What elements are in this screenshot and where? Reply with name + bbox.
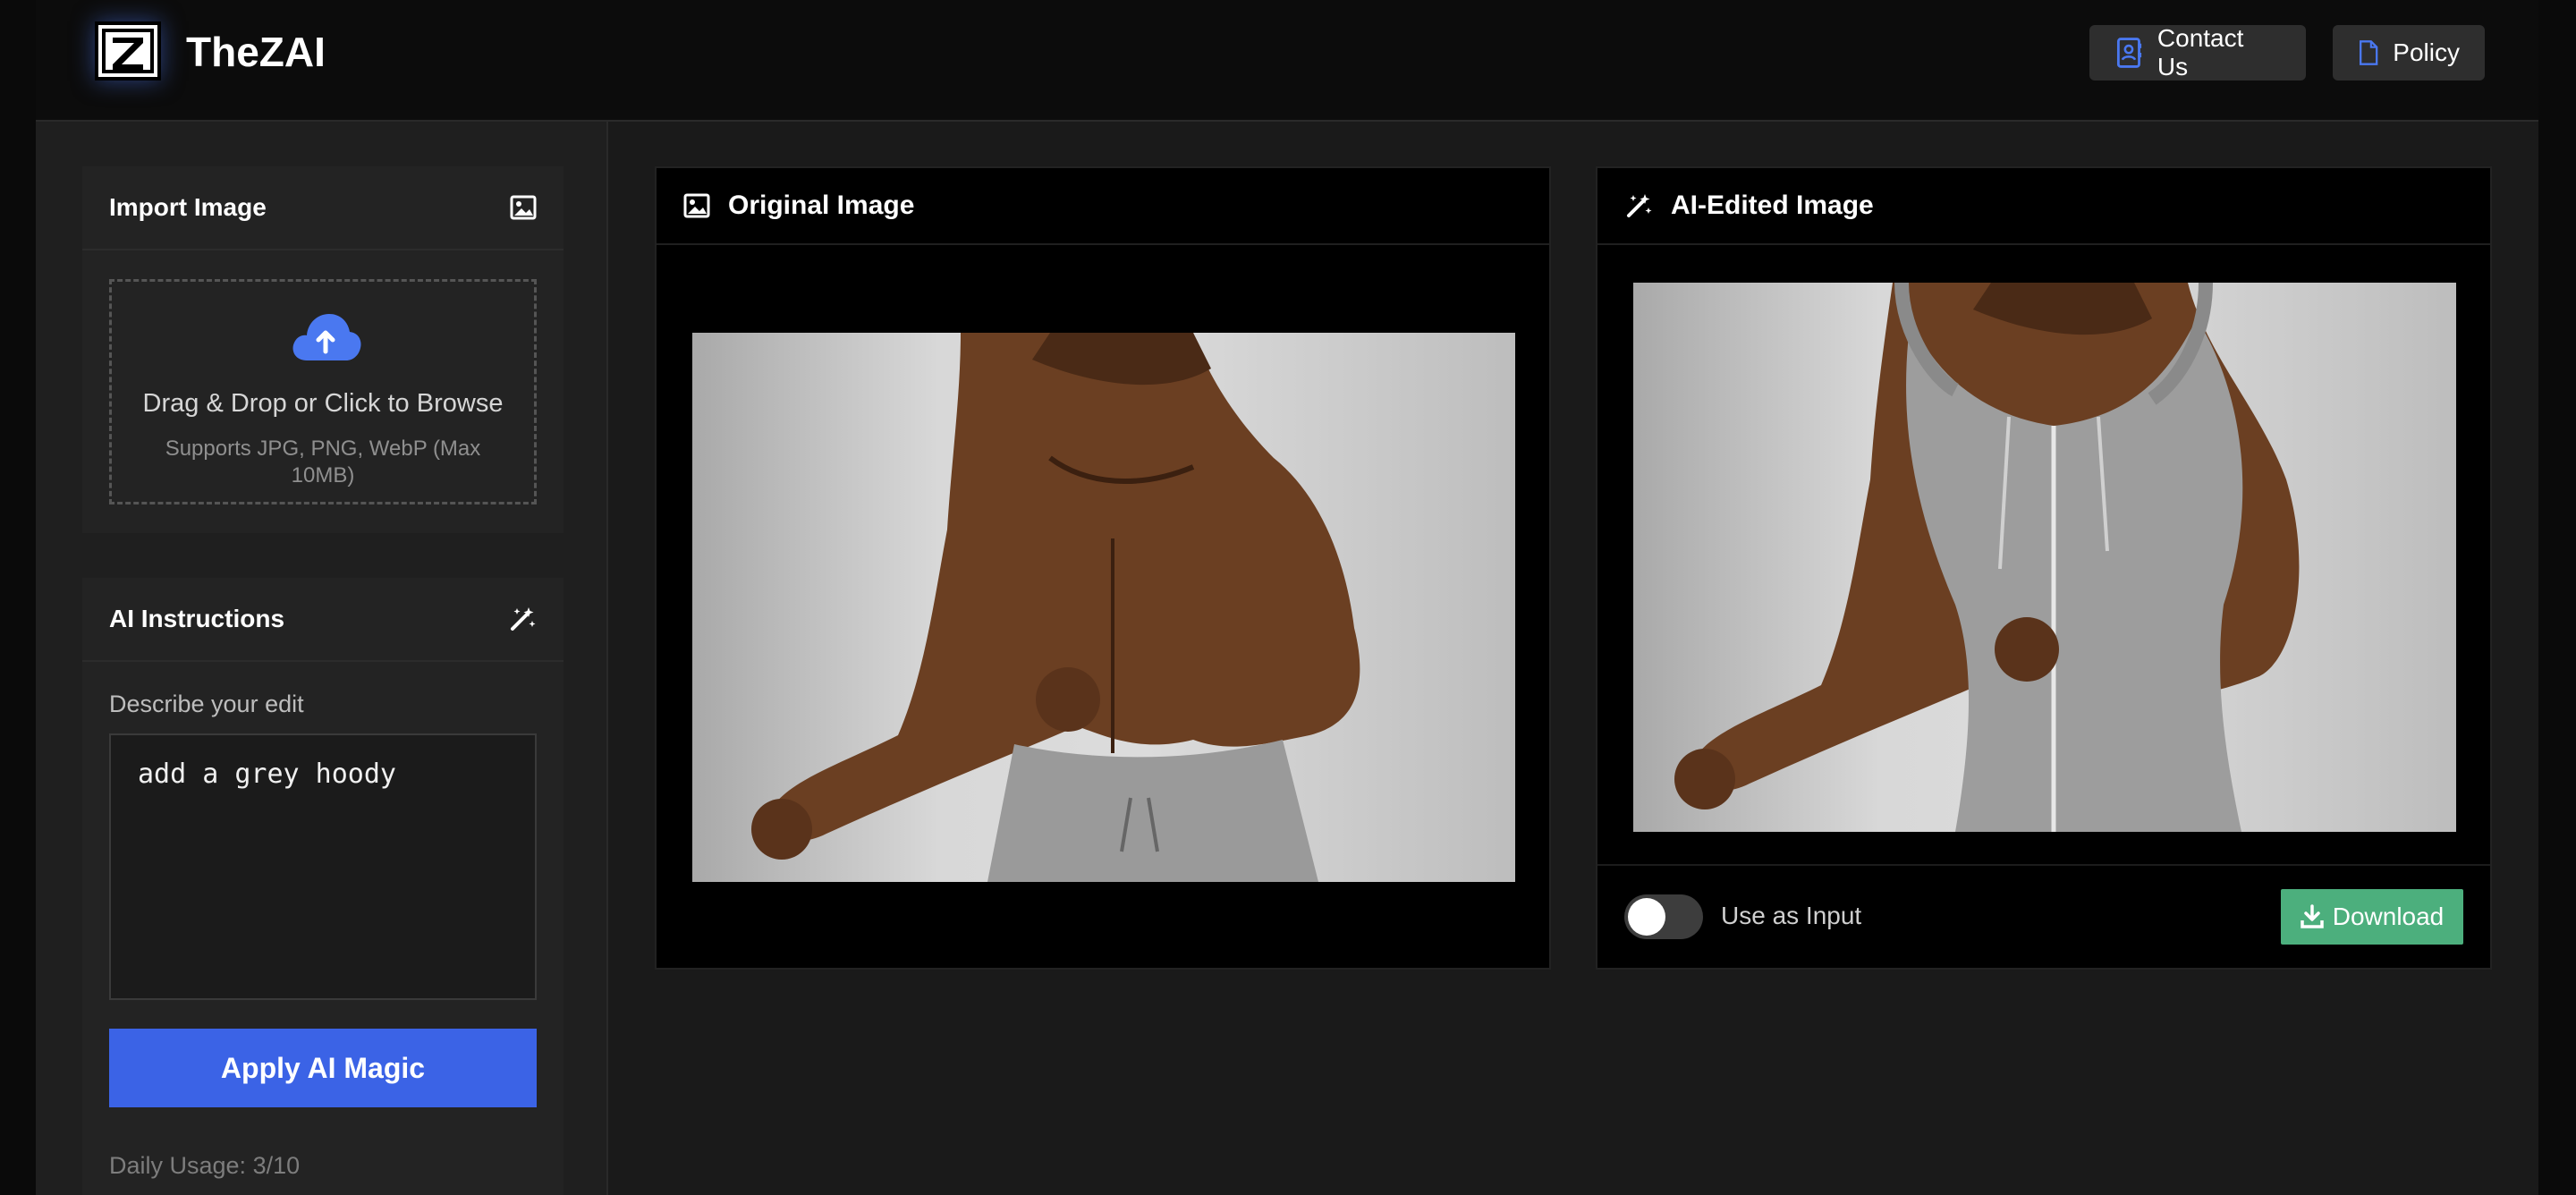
- ai-edited-image-title: AI-Edited Image: [1671, 191, 1874, 220]
- contact-us-label: Contact Us: [2157, 24, 2244, 81]
- document-icon: [2360, 40, 2378, 65]
- brand-name[interactable]: TheZAI: [186, 27, 326, 77]
- import-image-header: Import Image: [82, 166, 564, 250]
- policy-button[interactable]: Policy: [2333, 25, 2485, 81]
- policy-label: Policy: [2393, 38, 2460, 66]
- ai-instructions-header: AI Instructions: [82, 578, 564, 662]
- image-dropzone[interactable]: Drag & Drop or Click to Browse Supports …: [109, 279, 537, 504]
- logo-z-icon: [102, 29, 154, 73]
- top-header: TheZAI Contact Us Policy: [36, 0, 2538, 122]
- download-icon: [2300, 904, 2324, 928]
- contact-us-button[interactable]: Contact Us: [2089, 24, 2306, 81]
- cloud-upload-icon: [292, 314, 361, 360]
- download-label: Download: [2332, 903, 2445, 930]
- ai-edited-image-panel: AI-Edited Image Use as Input Download: [1596, 166, 2492, 970]
- sidebar: Import Image Drag & Drop or Click to Bro…: [36, 122, 608, 1195]
- ai-edited-image: [1633, 283, 2456, 832]
- apply-ai-magic-button[interactable]: Apply AI Magic: [109, 1029, 537, 1107]
- original-image-panel: Original Image: [655, 166, 1551, 970]
- ai-instructions-title: AI Instructions: [109, 605, 285, 632]
- dropzone-instruction: Drag & Drop or Click to Browse: [142, 389, 504, 418]
- describe-edit-label: Describe your edit: [109, 691, 304, 717]
- original-image: [692, 333, 1515, 882]
- contact-book-icon: [2116, 38, 2142, 68]
- image-icon: [510, 195, 537, 220]
- image-icon: [683, 193, 710, 218]
- edit-description-textarea[interactable]: add a grey hoody: [109, 733, 537, 1000]
- brand-logo[interactable]: [95, 21, 161, 81]
- import-image-title: Import Image: [109, 193, 267, 221]
- daily-usage-text: Daily Usage: 3/10: [109, 1152, 301, 1179]
- magic-wand-icon: [511, 607, 536, 631]
- edited-photo-illustration: [1674, 283, 2300, 832]
- ai-instructions-card: AI Instructions Describe your edit add a…: [82, 578, 564, 1195]
- toggle-knob: [1628, 898, 1665, 936]
- import-image-card: Import Image Drag & Drop or Click to Bro…: [82, 166, 564, 533]
- original-image-header: Original Image: [657, 168, 1549, 245]
- dropzone-formats: Supports JPG, PNG, WebP (Max 10MB): [165, 436, 481, 487]
- use-as-input-toggle[interactable]: [1624, 894, 1703, 939]
- original-photo-illustration: [751, 333, 1360, 882]
- edited-panel-footer: Use as Input Download: [1597, 864, 2490, 968]
- magic-wand-icon: [1627, 194, 1652, 217]
- original-image-title: Original Image: [728, 191, 915, 220]
- use-as-input-label: Use as Input: [1721, 902, 1862, 929]
- ai-edited-image-header: AI-Edited Image: [1597, 168, 2490, 245]
- download-button[interactable]: Download: [2281, 889, 2463, 945]
- app-frame: TheZAI Contact Us Policy Import Image Dr…: [36, 0, 2538, 1195]
